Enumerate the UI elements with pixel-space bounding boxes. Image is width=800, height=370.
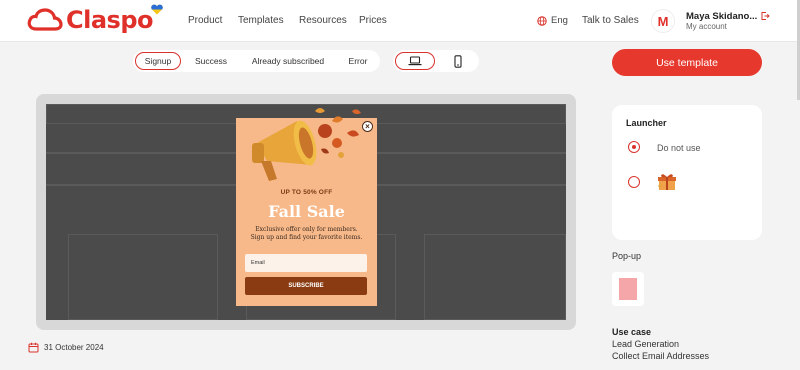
template-date: 31 October 2024 bbox=[28, 342, 104, 353]
popup-email-input[interactable]: Email bbox=[245, 254, 367, 272]
use-template-button[interactable]: Use template bbox=[612, 49, 762, 76]
launcher-title: Launcher bbox=[626, 118, 667, 128]
language-selector[interactable]: Eng bbox=[537, 15, 568, 26]
logout-icon[interactable] bbox=[760, 11, 770, 21]
avatar[interactable]: M bbox=[651, 9, 675, 33]
nav-item-resources[interactable]: Resources bbox=[299, 15, 347, 26]
talk-to-sales-link[interactable]: Talk to Sales bbox=[582, 15, 639, 26]
launcher-option-do-not-use-radio[interactable] bbox=[628, 141, 640, 153]
popup-thumbnail-preview bbox=[619, 278, 637, 300]
popup-section-label: Pop-up bbox=[612, 251, 642, 261]
date-label: 31 October 2024 bbox=[44, 343, 104, 352]
calendar-icon bbox=[28, 342, 39, 353]
tab-success[interactable]: Success bbox=[189, 52, 233, 70]
megaphone-leaves-illustration bbox=[252, 108, 361, 181]
language-label: Eng bbox=[551, 15, 568, 26]
my-account-link[interactable]: My account bbox=[686, 22, 727, 31]
cloud-logo-icon bbox=[27, 8, 63, 31]
launcher-option-gift-radio[interactable] bbox=[628, 176, 640, 188]
preview-ghost-card bbox=[424, 234, 566, 320]
user-name[interactable]: Maya Skidano... bbox=[686, 11, 757, 22]
launcher-option-label: Do not use bbox=[657, 143, 701, 153]
gift-box-icon[interactable] bbox=[656, 172, 678, 192]
top-header: Claspo Product Templates Resources Price… bbox=[0, 0, 800, 42]
popup-subscribe-button[interactable]: SUBSCRIBE bbox=[245, 277, 367, 295]
tab-signup[interactable]: Signup bbox=[135, 52, 181, 70]
preview-ghost-card bbox=[68, 234, 218, 320]
globe-icon bbox=[537, 15, 547, 26]
popup-description: Exclusive offer only for members. Sign u… bbox=[236, 226, 377, 243]
popup-title: Fall Sale bbox=[268, 202, 345, 221]
popup-close-icon[interactable]: × bbox=[362, 121, 373, 132]
nav-item-templates[interactable]: Templates bbox=[238, 15, 284, 26]
nav-item-product[interactable]: Product bbox=[188, 15, 222, 26]
desktop-icon bbox=[408, 56, 422, 66]
mobile-view-button[interactable] bbox=[439, 52, 477, 70]
mobile-icon bbox=[454, 54, 462, 68]
use-case-item: Lead Generation bbox=[612, 339, 680, 349]
device-toggle bbox=[393, 50, 479, 72]
popup-pretitle: UP TO 50% OFF bbox=[280, 189, 333, 196]
tab-already-subscribed[interactable]: Already subscribed bbox=[245, 52, 331, 70]
popup-description-line: Exclusive offer only for members. bbox=[255, 226, 358, 233]
tab-error[interactable]: Error bbox=[341, 52, 375, 70]
ukraine-heart-icon bbox=[151, 4, 163, 15]
nav-item-prices[interactable]: Prices bbox=[359, 15, 387, 26]
use-case-title: Use case bbox=[612, 327, 652, 337]
popup-description-line: Sign up and find your favorite items. bbox=[250, 234, 363, 242]
popup-state-tabs: Signup Success Already subscribed Error bbox=[133, 50, 380, 72]
claspo-logo[interactable]: Claspo bbox=[27, 4, 163, 34]
use-case-item: Collect Email Addresses bbox=[612, 351, 710, 361]
logo-text: Claspo bbox=[66, 6, 154, 34]
desktop-view-button[interactable] bbox=[395, 52, 435, 70]
